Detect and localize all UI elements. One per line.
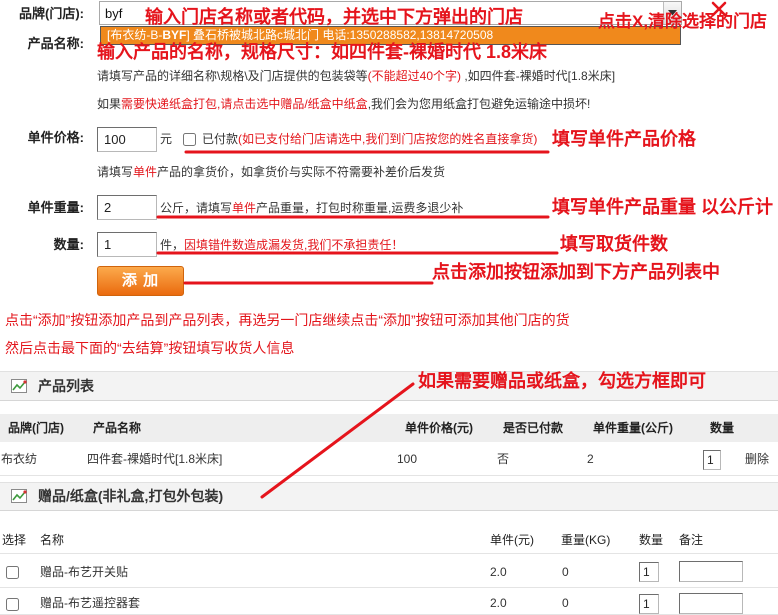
annotation-product-name: 输入产品的名称，规格尺寸：如四件套-裸婚时代 1.8米床 [97,42,548,62]
hint-length-limit: (不能超过40个字) [367,69,462,83]
row-weight: 2 [587,452,594,466]
instruction-line-2: 然后点击最下面的“去结算”按钮填写收货人信息 [5,340,295,356]
gift-section-title: 赠品/纸盒(非礼盒,打包外包装) [38,488,224,504]
weight-note-emphasis: 单件 [232,201,257,215]
price-label: 单件价格: [27,130,84,145]
gift-remark-input[interactable] [679,593,743,614]
gift-name: 赠品-布艺开关贴 [40,565,128,579]
price-hint-emphasis: 单件 [133,165,158,179]
suggestion-details: ] 叠石桥被城北路c城北门 电话:1350288582,13814720508 [186,28,494,42]
column-header-paid: 是否已付款 [503,421,564,435]
gift-price: 2.0 [490,596,507,610]
hint-text: 请填写产品的详细名称\规格\及门店提供的包装袋等 [97,69,368,83]
hint-example: ,如四件套-裸婚时代[1.8米床] [461,69,616,83]
quantity-warning: 因填错件数造成漏发货,我们不承担责任！ [184,238,404,252]
gift-column-remark: 备注 [679,533,704,547]
row-brand: 布衣纺 [1,452,38,466]
gift-select-checkbox[interactable] [6,566,19,579]
gift-name: 赠品-布艺遥控器套 [40,596,140,610]
price-hint: 请填写单件产品的拿货价，如拿货价与实际不符需要补差价后发货 [97,164,445,180]
add-button[interactable]: 添 加 [97,266,184,296]
annotation-clear: 点击X,清除选择的门店 [598,12,768,31]
gift-table-header: 选择 名称 单件(元) 重量(KG) 数量 备注 [0,526,778,554]
price-input[interactable] [97,127,157,152]
row-quantity-input[interactable] [703,450,721,470]
column-header-name: 产品名称 [93,421,142,435]
suggestion-prefix: [布衣纺-B- [107,28,163,42]
gift-column-name: 名称 [40,533,65,547]
weight-label: 单件重量: [27,200,84,215]
quantity-input[interactable] [97,232,157,257]
row-price: 100 [397,452,418,466]
gift-quantity-input[interactable] [639,562,659,582]
product-list-title: 产品列表 [38,378,94,394]
chart-icon [11,378,29,394]
paid-note: (如已支付给门店请选中,我们到门店按您的姓名直接拿货) [238,132,538,146]
price-hint-suffix: 产品的拿货价，如拿货价与实际不符需要补差价后发货 [157,165,446,179]
row-product-name: 四件套-裸婚时代[1.8米床] [87,452,223,466]
table-row: 赠品-布艺开关贴 2.0 0 [0,556,778,588]
column-header-brand: 品牌(门店) [8,421,64,435]
packaging-box-hint: 如果需要快递纸盒打包,请点击选中赠品/纸盒中纸盒,我们会为您用纸盒打包避免运输途… [97,96,590,112]
gift-section-header: 赠品/纸盒(非礼盒,打包外包装) [0,482,778,511]
product-name-label: 产品名称: [27,36,84,51]
quantity-note: 件， 因填错件数造成漏发货,我们不承担责任！ [160,237,403,253]
product-name-hint: 请填写产品的详细名称\规格\及门店提供的包装袋等(不能超过40个字) ,如四件套… [97,68,615,84]
table-row: 赠品-布艺遥控器套 2.0 0 [0,588,778,615]
box-hint-emphasis: 需要快递纸盒打包,请点击选中赠品/纸盒中纸盒 [121,97,368,111]
gift-column-price: 单件(元) [490,533,534,547]
annotation-weight: 填写单件产品重量 以公斤计 [552,197,773,217]
annotation-add: 点击添加按钮添加到下方产品列表中 [432,262,720,282]
quantity-unit: 件， [160,238,185,252]
weight-input[interactable] [97,195,157,220]
table-row: 布衣纺 四件套-裸婚时代[1.8米床] 100 否 2 删除 [0,443,778,476]
gift-weight: 0 [562,565,569,579]
weight-note-prefix: 公斤，请填写 [160,201,233,215]
gift-price: 2.0 [490,565,507,579]
gift-weight: 0 [562,596,569,610]
column-header-price: 单件价格(元) [405,421,473,435]
product-table-header: 品牌(门店) 产品名称 单件价格(元) 是否已付款 单件重量(公斤) 数量 [0,414,778,442]
box-hint-suffix: ,我们会为您用纸盒打包避免运输途中损坏! [367,97,591,111]
row-paid: 否 [497,452,510,466]
weight-note: 公斤，请填写 单件 产品重量，打包时称重量,运费多退少补 [160,200,463,216]
box-hint-prefix: 如果 [97,97,122,111]
chart-icon [11,488,29,504]
annotation-quantity: 填写取货件数 [560,234,668,254]
suggestion-store-code: BYF [162,28,187,42]
annotation-price: 填写单件产品价格 [552,129,696,149]
price-hint-prefix: 请填写 [97,165,134,179]
paid-checkbox[interactable] [183,132,197,146]
gift-column-quantity: 数量 [639,533,664,547]
gift-remark-input[interactable] [679,561,743,582]
gift-column-select: 选择 [2,533,27,547]
gift-select-checkbox[interactable] [6,598,19,611]
quantity-label: 数量: [53,237,84,252]
close-icon[interactable] [711,1,727,17]
store-label: 品牌(门店): [19,6,84,21]
weight-note-suffix: 产品重量，打包时称重量,运费多退少补 [256,201,464,215]
add-product-form: 品牌(门店): [布衣纺-B-BYF] 叠石桥被城北路c城北门 电话:13502… [0,0,778,615]
annotation-store: 输入门店名称或者代码，并选中下方弹出的门店 [145,7,523,27]
price-extras: 元 已付款 (如已支付给门店请选中,我们到门店按您的姓名直接拿货) [160,131,537,147]
annotation-lines [156,150,559,499]
annotation-gift: 如果需要赠品或纸盒，勾选方框即可 [418,371,706,391]
column-header-weight: 单件重量(公斤) [593,421,673,435]
gift-column-weight: 重量(KG) [561,533,611,547]
row-delete-link[interactable]: 删除 [745,443,769,476]
gift-quantity-input[interactable] [639,594,659,614]
instruction-line-1: 点击“添加”按钮添加产品到产品列表，再选另一门店继续点击“添加”按钮可添加其他门… [5,312,570,328]
price-unit: 元 [160,132,173,146]
column-header-quantity: 数量 [710,421,735,435]
paid-checkbox-label[interactable]: 已付款 [202,131,238,147]
